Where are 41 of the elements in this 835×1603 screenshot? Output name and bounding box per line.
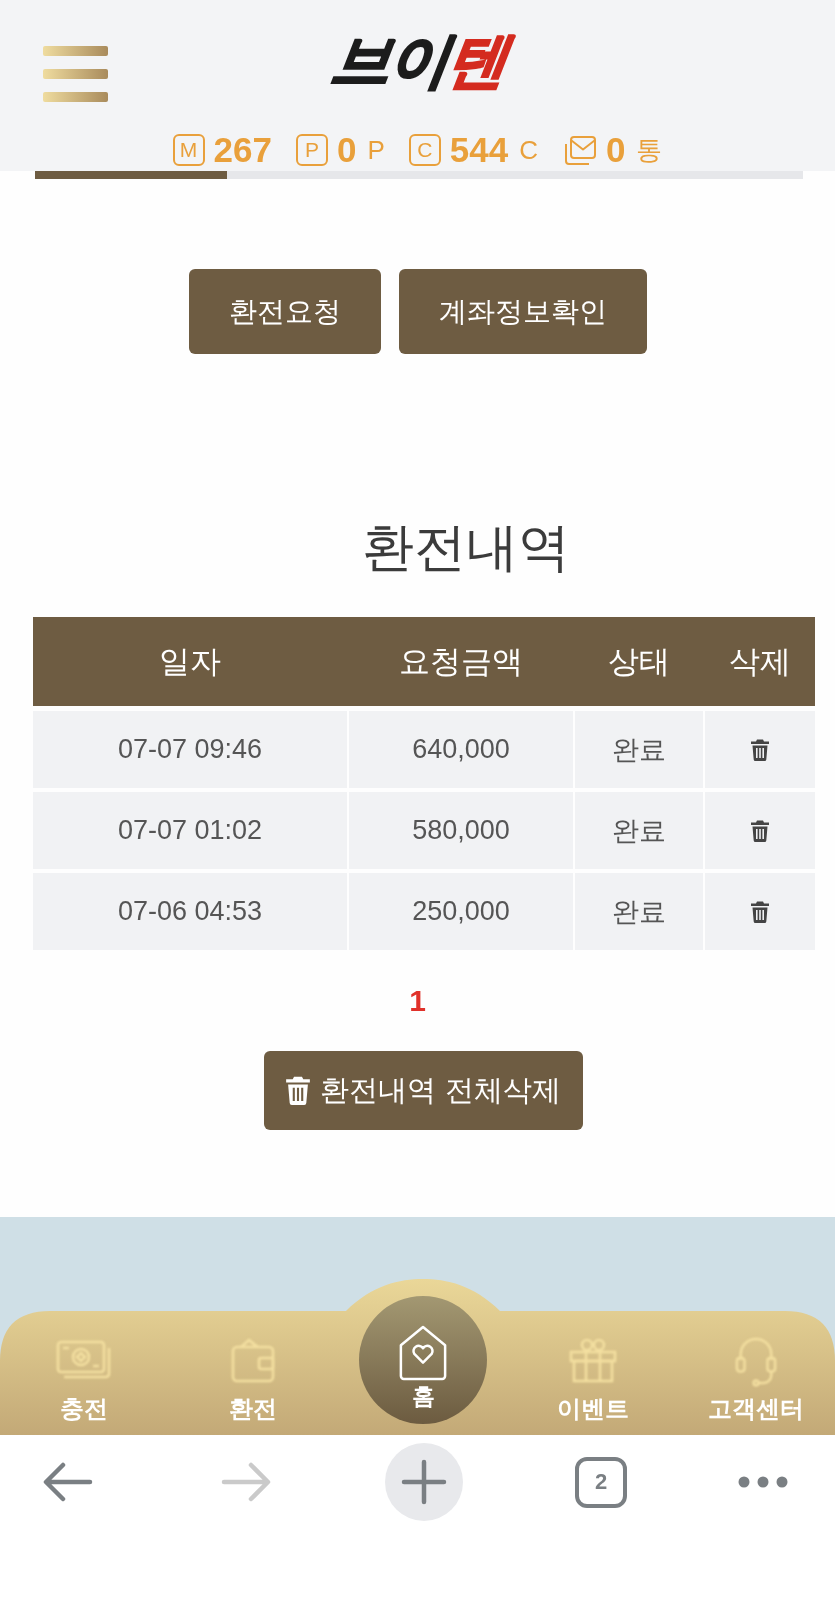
table-cell: 07-06 04:53: [33, 873, 347, 950]
back-icon[interactable]: [43, 1461, 93, 1503]
table-cell: 580,000: [349, 792, 573, 869]
more-icon[interactable]: [738, 1476, 788, 1488]
tab-count-button[interactable]: 2: [575, 1456, 627, 1508]
gift-icon: [567, 1337, 618, 1383]
stat-value: 267: [213, 132, 272, 168]
table-cell: 07-07 01:02: [33, 792, 347, 869]
table-cell: 완료: [575, 711, 703, 788]
letter-badge: M: [172, 134, 205, 166]
trash-icon[interactable]: [751, 900, 769, 923]
action-button[interactable]: 계좌정보확인: [398, 269, 647, 354]
table-cell: 640,000: [349, 711, 573, 788]
logo-text: 브이텐: [309, 26, 526, 102]
stat-value: 0: [605, 132, 626, 168]
wallet-icon: [229, 1337, 277, 1383]
column-header: 일자: [159, 642, 221, 681]
letter-badge: P: [295, 134, 328, 166]
table-cell: 완료: [575, 873, 703, 950]
trash-icon: [286, 1076, 311, 1105]
trash-icon[interactable]: [751, 819, 769, 842]
table-cell: 07-07 09:46: [33, 711, 347, 788]
table-cell: 250,000: [349, 873, 573, 950]
menu-icon[interactable]: [43, 46, 108, 102]
stat-value: 0: [336, 132, 357, 168]
column-header: 삭제: [729, 642, 791, 681]
letter-badge: C: [408, 134, 441, 166]
stat-unit: P: [367, 135, 385, 165]
plus-icon[interactable]: [385, 1443, 463, 1521]
trash-icon[interactable]: [751, 738, 769, 761]
action-button[interactable]: 환전요청: [188, 269, 381, 354]
column-header: 상태: [608, 642, 670, 681]
stat-unit: 통: [636, 135, 663, 165]
house-heart-icon: [398, 1324, 448, 1382]
column-header: 요청금액: [399, 642, 523, 681]
table-cell: 완료: [575, 792, 703, 869]
stat-unit: C: [519, 135, 538, 165]
section-title: 환전내역: [362, 518, 570, 576]
page-link[interactable]: 1: [409, 983, 426, 1019]
stat-value: 544: [449, 132, 509, 168]
delete-all-button[interactable]: 환전내역 전체삭제: [264, 1051, 583, 1130]
